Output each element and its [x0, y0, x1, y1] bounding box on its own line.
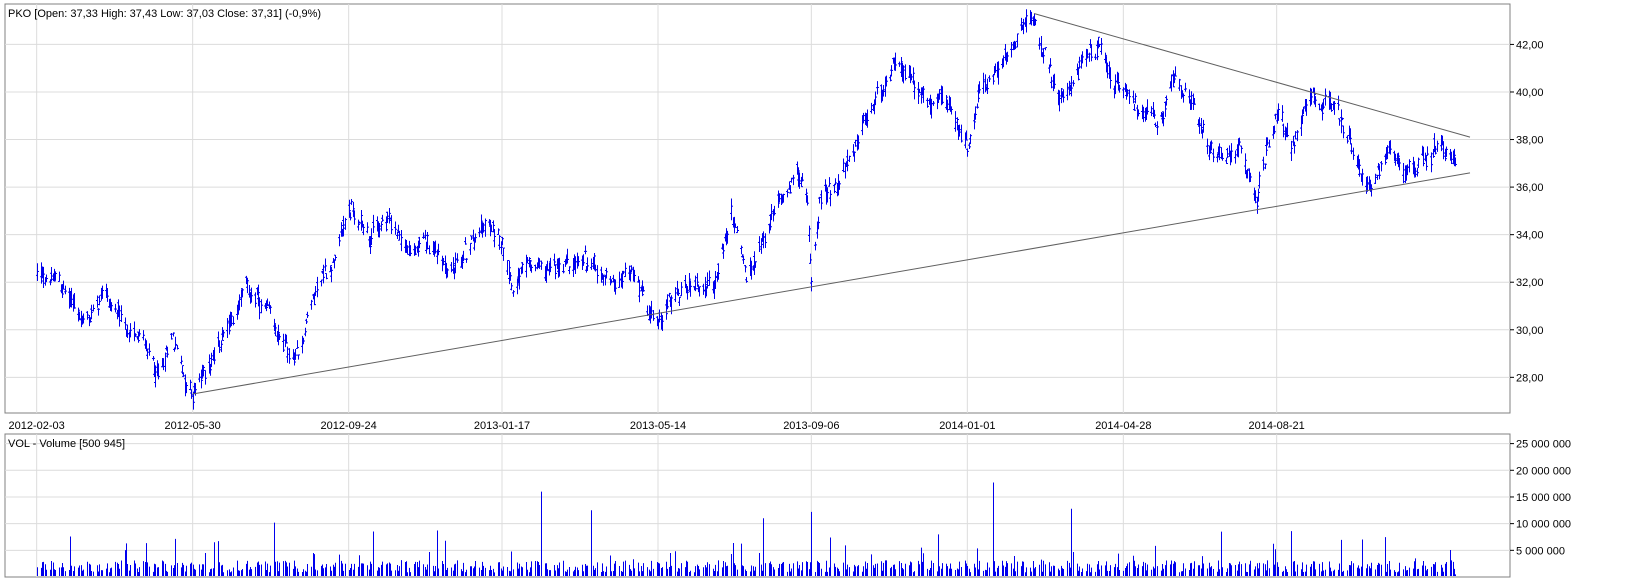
volume-y-axis: 5 000 000 10 000 000 15 000 000 20 000 000 2…: [1510, 439, 1571, 557]
volume-panel-frame: [4, 433, 1511, 578]
chart-window: 28,00 30,00 32,00 34,00 36,00 38,00 40,00 42,00…: [0, 0, 1650, 581]
date-tick-label: 2014-04-28: [1095, 420, 1151, 432]
price-y-axis: 28,00 30,00 32,00 34,00 36,00 38,00 40,00 42,00: [1510, 39, 1544, 384]
date-tick-label: 2014-08-21: [1249, 420, 1305, 432]
price-y-tick-label: 28,00: [1516, 372, 1544, 384]
price-y-tick-label: 30,00: [1516, 325, 1544, 337]
date-tick-label: 2013-09-06: [783, 420, 839, 432]
volume-y-tick-label: 25 000 000: [1516, 439, 1571, 451]
price-y-tick-label: 38,00: [1516, 135, 1544, 147]
date-tick-label: 2014-01-01: [939, 420, 995, 432]
volume-header-label: VOL - Volume [500 945]: [8, 438, 125, 450]
date-tick-label: 2012-09-24: [321, 420, 377, 432]
price-panel-frame: [4, 3, 1511, 414]
volume-y-tick-label: 10 000 000: [1516, 519, 1571, 531]
price-y-tick-label: 34,00: [1516, 230, 1544, 242]
date-tick-label: 2013-01-17: [474, 420, 530, 432]
price-header-label: PKO [Open: 37,33 High: 37,43 Low: 37,03 …: [8, 8, 321, 20]
date-x-axis: 2012-02-03 2012-05-30 2012-09-24 2013-01-17…: [9, 420, 1305, 432]
date-tick-label: 2012-05-30: [165, 420, 221, 432]
price-y-tick-label: 42,00: [1516, 39, 1544, 51]
volume-y-tick-label: 15 000 000: [1516, 492, 1571, 504]
date-tick-label: 2012-02-03: [9, 420, 65, 432]
volume-y-tick-label: 5 000 000: [1516, 545, 1565, 557]
stock-chart: 28,00 30,00 32,00 34,00 36,00 38,00 40,00 42,00…: [4, 3, 1571, 578]
price-y-tick-label: 40,00: [1516, 87, 1544, 99]
date-tick-label: 2013-05-14: [630, 420, 686, 432]
price-y-tick-label: 36,00: [1516, 182, 1544, 194]
price-y-tick-label: 32,00: [1516, 277, 1544, 289]
volume-y-tick-label: 20 000 000: [1516, 465, 1571, 477]
